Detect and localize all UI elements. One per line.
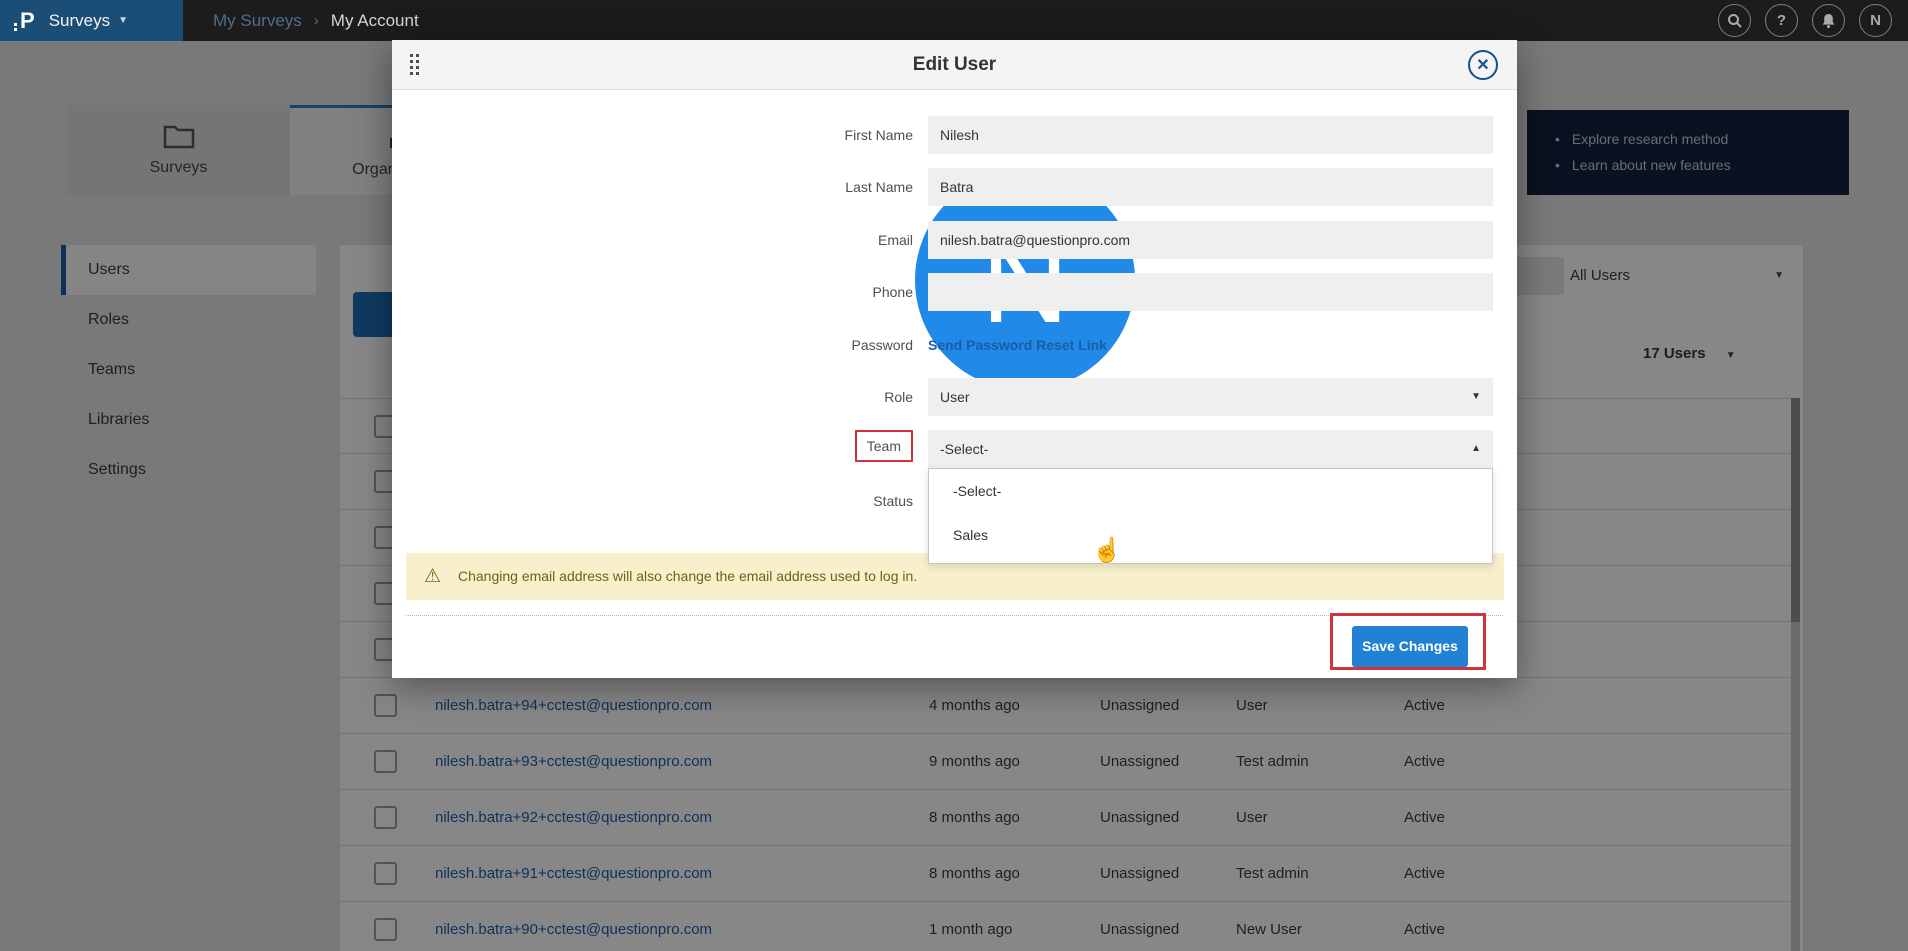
last-name-field[interactable] [928, 168, 1493, 206]
help-icon[interactable]: ? [1765, 4, 1798, 37]
notifications-bell-icon[interactable] [1812, 4, 1845, 37]
first-name-label: First Name [772, 116, 913, 154]
chevron-down-icon: ▼ [118, 15, 128, 26]
last-name-label: Last Name [772, 168, 913, 206]
breadcrumb-current: My Account [331, 11, 419, 31]
save-changes-button[interactable]: Save Changes [1352, 626, 1468, 667]
edit-user-modal: Edit User ✕ N Last Login: 1 month ago Fi… [392, 40, 1517, 678]
team-option-select[interactable]: -Select- [929, 469, 1492, 513]
team-select[interactable]: -Select- ▲ [928, 430, 1493, 468]
close-icon[interactable]: ✕ [1468, 50, 1498, 80]
send-password-reset-link[interactable]: Send Password Reset Link [928, 326, 1107, 364]
help-glyph: ? [1777, 12, 1786, 29]
brand-menu[interactable]: P Surveys ▼ [0, 0, 183, 41]
breadcrumb-separator-icon: › [314, 12, 319, 29]
mouse-cursor-icon: ☝ [1092, 536, 1122, 565]
team-dropdown-list: -Select- Sales [928, 468, 1493, 564]
role-select[interactable]: User ▼ [928, 378, 1493, 416]
password-label: Password [772, 326, 913, 364]
breadcrumb: My Surveys › My Account [213, 0, 419, 41]
role-value: User [940, 389, 970, 405]
navbar-icons: ? N [1718, 0, 1902, 41]
modal-title: Edit User [392, 40, 1517, 90]
email-label: Email [772, 221, 913, 259]
screen: P Surveys ▼ My Surveys › My Account ? N … [0, 0, 1908, 951]
status-label: Status [772, 482, 913, 520]
avatar-letter: N [1870, 12, 1881, 29]
chevron-down-icon: ▼ [1471, 378, 1481, 416]
role-label: Role [772, 378, 913, 416]
user-avatar[interactable]: N [1859, 4, 1892, 37]
search-icon[interactable] [1718, 4, 1751, 37]
team-value: -Select- [940, 441, 988, 457]
warning-triangle-icon: ⚠ [424, 553, 441, 600]
team-option-sales[interactable]: Sales [929, 513, 1492, 557]
first-name-field[interactable] [928, 116, 1493, 154]
team-label: Team [772, 427, 913, 465]
questionpro-logo-icon: P [20, 8, 35, 34]
phone-field[interactable] [928, 273, 1493, 311]
modal-header: Edit User ✕ [392, 40, 1517, 90]
top-navbar: P Surveys ▼ My Surveys › My Account ? N [0, 0, 1908, 41]
breadcrumb-my-surveys[interactable]: My Surveys [213, 11, 302, 31]
warning-text: Changing email address will also change … [458, 553, 917, 600]
chevron-up-icon: ▲ [1471, 430, 1481, 468]
team-label-annotation: Team [855, 430, 913, 462]
email-field[interactable] [928, 221, 1493, 259]
phone-label: Phone [772, 273, 913, 311]
brand-label: Surveys [49, 11, 110, 31]
drag-handle-icon[interactable] [410, 54, 426, 78]
